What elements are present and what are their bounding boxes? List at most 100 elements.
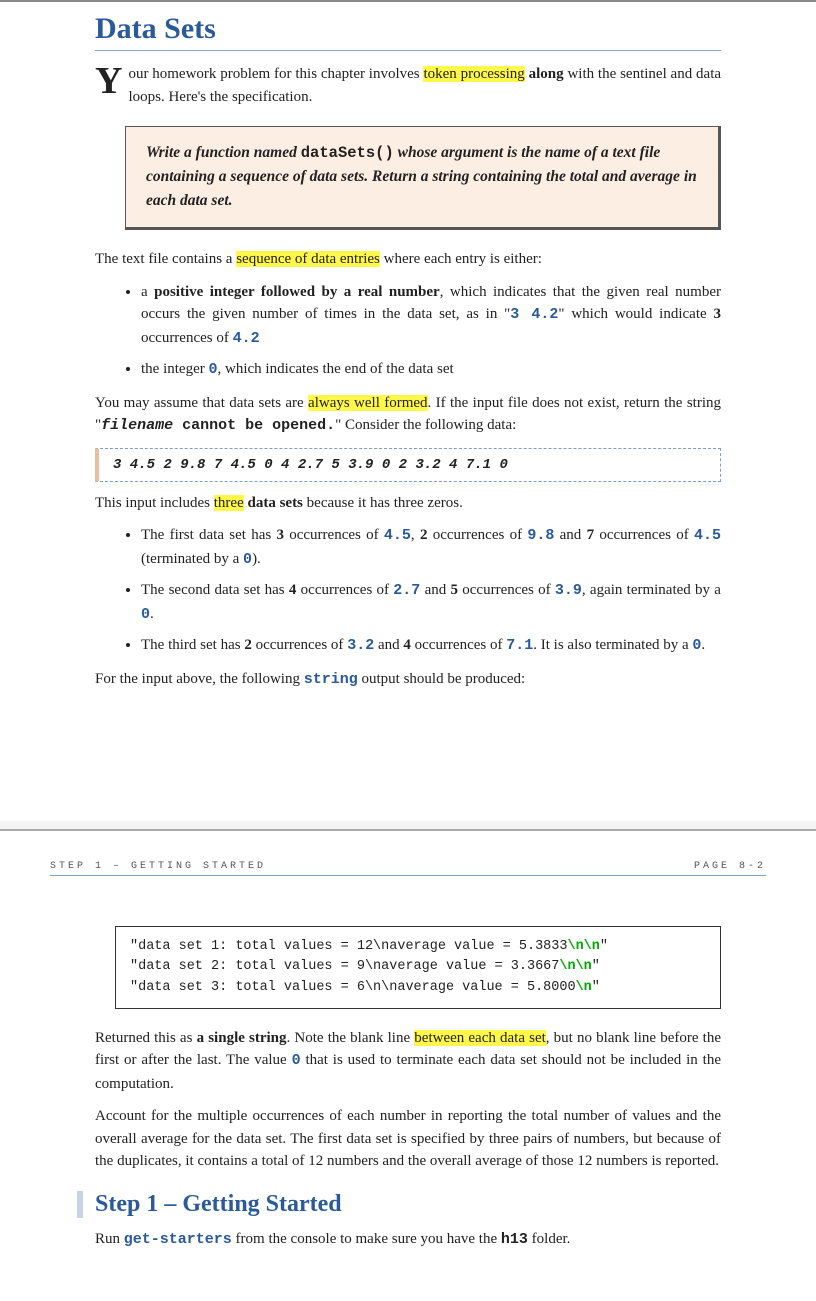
p2-highlight: always well formed [308, 395, 428, 411]
li3-d: occurrences of [427, 527, 527, 543]
spec-text-1: Write a function named [146, 144, 301, 161]
p4-b: output should be produced: [358, 671, 525, 687]
li5-c1: 3.2 [347, 637, 374, 654]
list-item: a positive integer followed by a real nu… [141, 281, 721, 351]
p1-a: The text file contains a [95, 251, 236, 267]
li2-a: the integer [141, 361, 208, 377]
out3-nn: \n [576, 980, 592, 995]
intro-highlight-1: token processing [423, 66, 524, 82]
li1-e: occurrences of [141, 330, 233, 346]
p4-code: string [304, 671, 358, 688]
p5-b: . Note the blank line [287, 1030, 415, 1046]
li5-4: 4 [403, 637, 411, 653]
li3-h: ). [252, 551, 261, 567]
p5-a: Returned this as [95, 1030, 197, 1046]
li4-c: and [420, 582, 450, 598]
intro-text-1: our homework problem for this chapter in… [128, 66, 423, 82]
li4-f: . [150, 606, 154, 622]
li5-d: occurrences of [411, 637, 506, 653]
li3-f: occurrences of [594, 527, 694, 543]
output-box: "data set 1: total values = 12\naverage … [115, 926, 721, 1009]
p1-b: where each entry is either: [380, 251, 542, 267]
out1-nn: \n\n [567, 939, 599, 954]
spec-function-name: dataSets() [301, 144, 394, 162]
li3-7: 7 [587, 527, 595, 543]
specification-box: Write a function named dataSets() whose … [125, 126, 721, 230]
li4-b: occurrences of [296, 582, 393, 598]
p3-c: because it has three zeros. [303, 495, 463, 511]
li3-3: 3 [276, 527, 284, 543]
li3-c3: 4.5 [694, 527, 721, 544]
list-item: The second data set has 4 occurrences of… [141, 579, 721, 626]
step-heading: Step 1 – Getting Started [77, 1191, 721, 1218]
li3-a: The first data set has [141, 527, 276, 543]
li1-code1: 3 4.2 [510, 306, 558, 323]
header-right: PAGE 8-2 [694, 861, 766, 872]
p2-code2: cannot be opened. [173, 417, 335, 434]
page-2: STEP 1 – GETTING STARTED PAGE 8-2 "data … [0, 829, 816, 1301]
li3-g: (terminated by a [141, 551, 243, 567]
li5-f: . [701, 637, 705, 653]
data-sample-block: 3 4.5 2 9.8 7 4.5 0 4 2.7 5 3.9 0 2 3.2 … [95, 448, 721, 482]
list-item: the integer 0, which indicates the end o… [141, 358, 721, 382]
li3-c: , [411, 527, 420, 543]
p2-code1: filename [101, 417, 173, 434]
intro-bold-1: along [529, 66, 564, 82]
out3-a: "data set 3: total values = 6\n\naverage… [130, 980, 576, 995]
page-header: STEP 1 – GETTING STARTED PAGE 8-2 [50, 861, 766, 876]
li3-c2: 9.8 [527, 527, 554, 544]
paragraph-three-sets: This input includes three data sets beca… [95, 492, 721, 515]
li3-b: occurrences of [284, 527, 384, 543]
list-item: The third set has 2 occurrences of 3.2 a… [141, 634, 721, 658]
p2-a: You may assume that data sets are [95, 395, 308, 411]
entry-list: a positive integer followed by a real nu… [95, 281, 721, 382]
li2-b: , which indicates the end of the data se… [218, 361, 454, 377]
paragraph-output-intro: For the input above, the following strin… [95, 668, 721, 692]
li5-b: occurrences of [252, 637, 347, 653]
li4-d: occurrences of [458, 582, 555, 598]
p2-c: " Consider the following data: [335, 417, 516, 433]
dataset-list: The first data set has 3 occurrences of … [95, 524, 721, 658]
li1-bold: positive integer followed by a real numb… [154, 284, 440, 300]
p7-c: folder. [528, 1231, 571, 1247]
p3-bold: data sets [247, 495, 302, 511]
li5-c: and [374, 637, 403, 653]
li4-e: , again terminated by a [582, 582, 721, 598]
li4-c3: 0 [141, 606, 150, 623]
paragraph-getstarters: Run get-starters from the console to mak… [95, 1228, 721, 1252]
li5-c2: 7.1 [506, 637, 533, 654]
li3-e: and [554, 527, 586, 543]
li4-5: 5 [451, 582, 459, 598]
paragraph-single-string: Returned this as a single string. Note t… [95, 1027, 721, 1096]
p5-code: 0 [292, 1052, 301, 1069]
out1-b: " [600, 939, 608, 954]
p7-b: from the console to make sure you have t… [232, 1231, 501, 1247]
page-bottom-spacer [95, 701, 721, 781]
p4-a: For the input above, the following [95, 671, 304, 687]
out2-nn: \n\n [559, 959, 591, 974]
page-1: Data Sets Y our homework problem for thi… [0, 0, 816, 821]
li1-bold3: 3 [713, 306, 721, 322]
list-item: The first data set has 3 occurrences of … [141, 524, 721, 571]
paragraph-entries: The text file contains a sequence of dat… [95, 248, 721, 271]
out2-a: "data set 2: total values = 9\naverage v… [130, 959, 559, 974]
p5-bold: a single string [197, 1030, 287, 1046]
li1-d: " which would indicate [558, 306, 713, 322]
p7-code2: h13 [501, 1231, 528, 1248]
li4-c2: 3.9 [555, 582, 582, 599]
li5-a: The third set has [141, 637, 244, 653]
li5-e: . It is also terminated by a [533, 637, 692, 653]
out3-b: " [592, 980, 600, 995]
li3-c1: 4.5 [384, 527, 411, 544]
li4-a: The second data set has [141, 582, 289, 598]
paragraph-wellformed: You may assume that data sets are always… [95, 392, 721, 438]
p5-highlight: between each data set [414, 1030, 546, 1046]
drop-cap: Y [95, 63, 128, 97]
out2-b: " [592, 959, 600, 974]
li4-c1: 2.7 [393, 582, 420, 599]
header-left: STEP 1 – GETTING STARTED [50, 861, 266, 872]
p3-a: This input includes [95, 495, 214, 511]
p7-code: get-starters [124, 1231, 232, 1248]
li3-c4: 0 [243, 551, 252, 568]
out1-a: "data set 1: total values = 12\naverage … [130, 939, 567, 954]
